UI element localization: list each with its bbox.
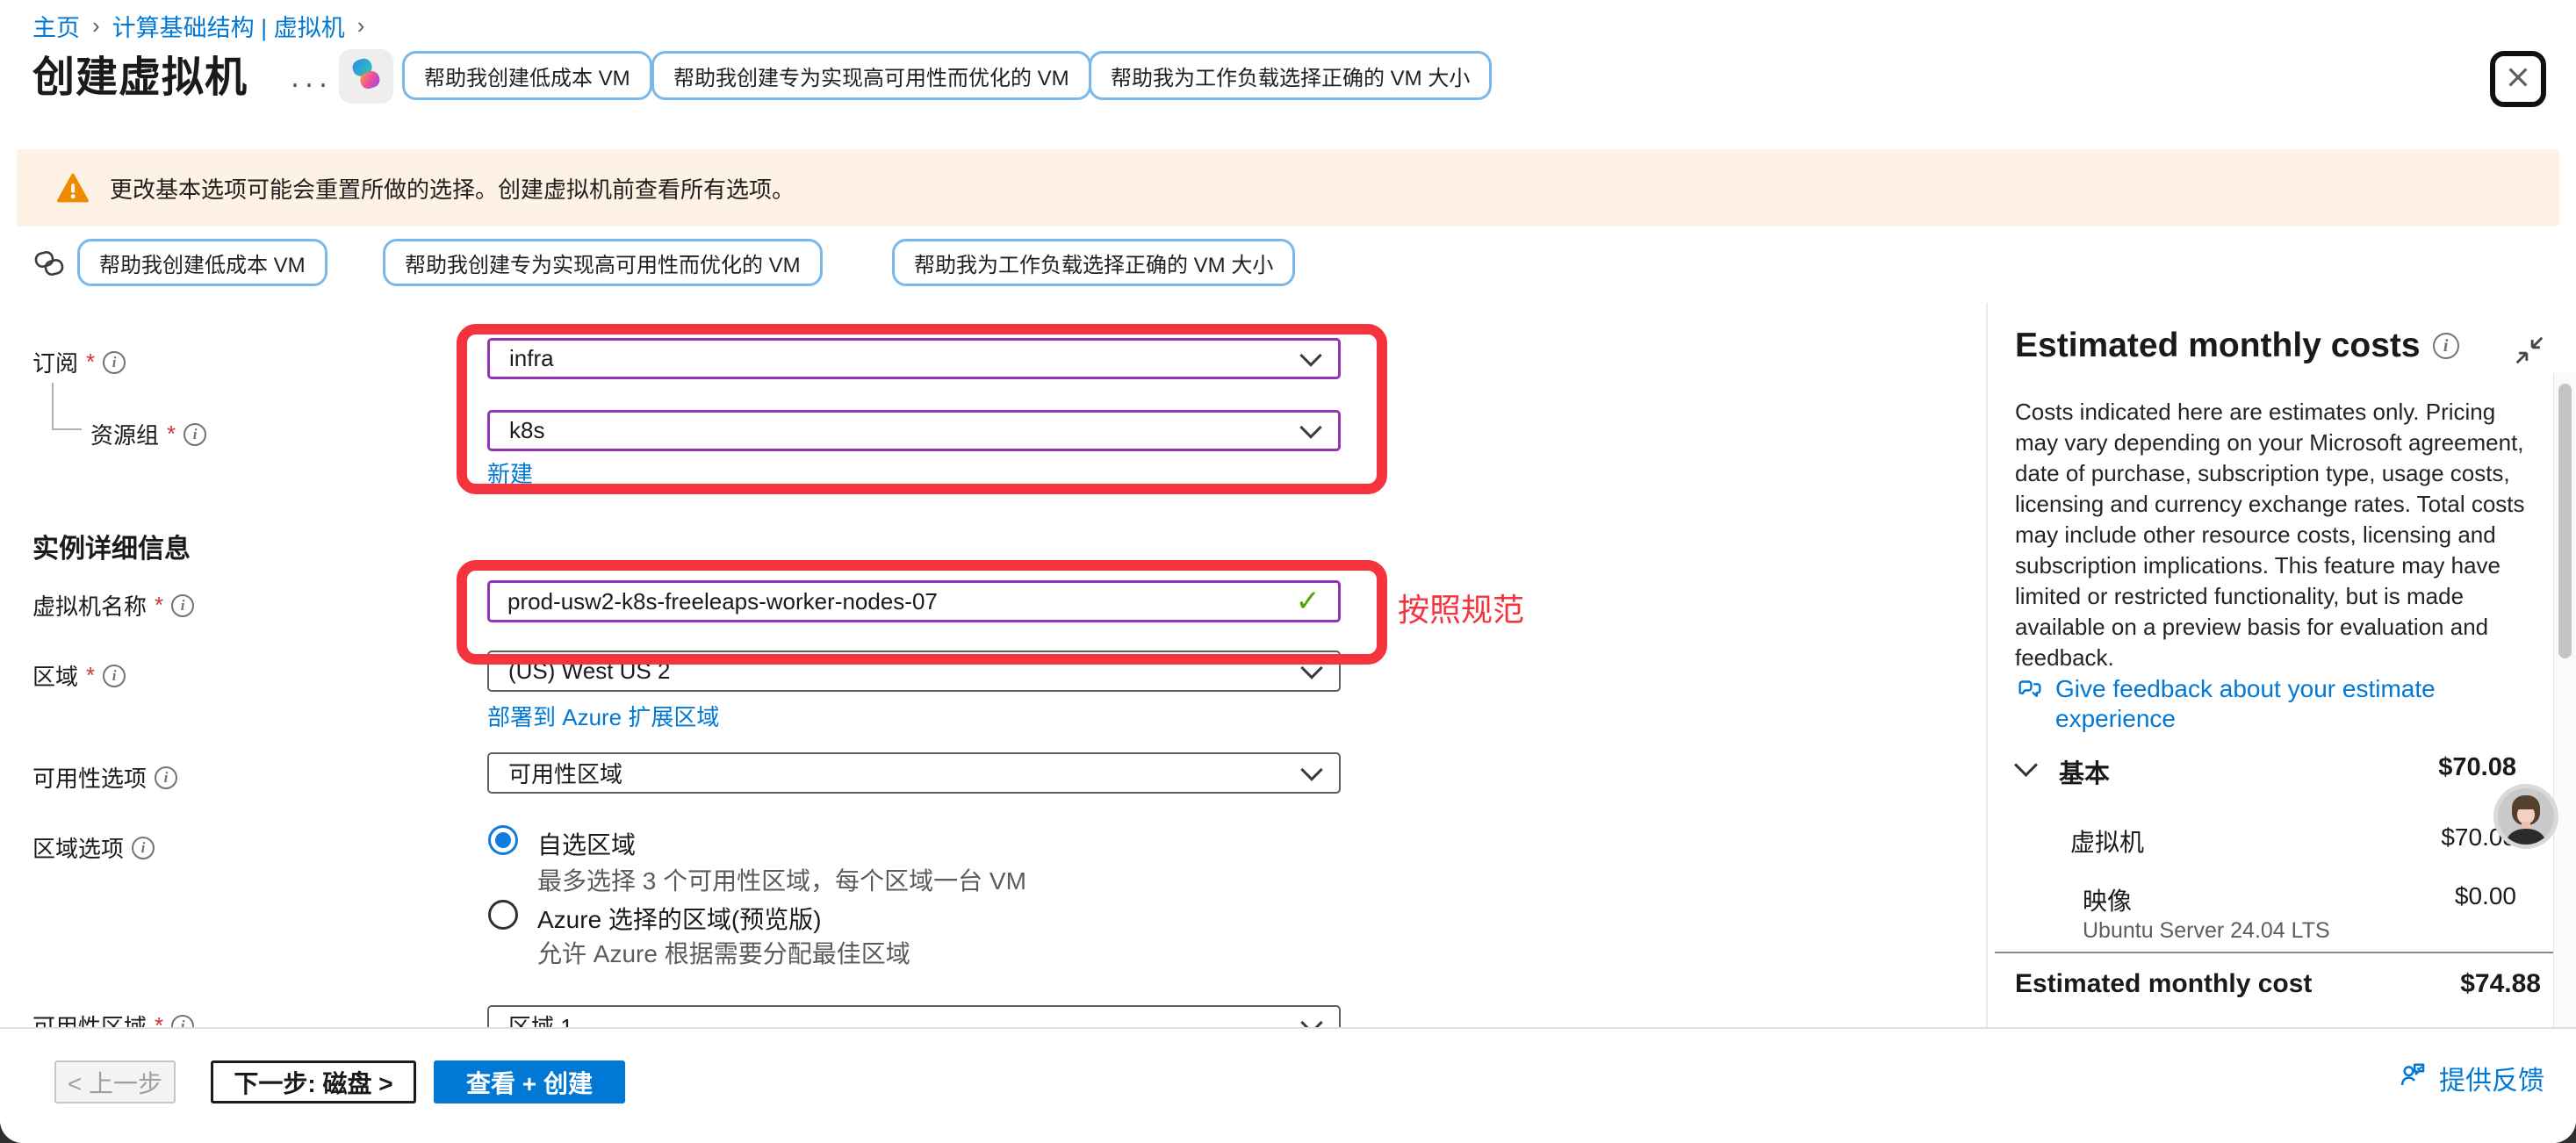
- expand-group-chevron-icon[interactable]: [2014, 753, 2038, 777]
- copilot-outline-icon: [32, 246, 67, 285]
- copilot-logo-icon: [347, 55, 385, 98]
- info-icon[interactable]: i: [132, 837, 155, 859]
- suggestion-right-vm-size-2[interactable]: 帮助我为工作负载选择正确的 VM 大小: [892, 239, 1295, 286]
- cost-item-vm-name: 虚拟机: [2070, 823, 2144, 859]
- previous-button[interactable]: < 上一步: [54, 1060, 176, 1103]
- suggestion-high-availability-vm[interactable]: 帮助我创建专为实现高可用性而优化的 VM: [651, 51, 1091, 100]
- cost-group-value: $70.08: [2438, 753, 2516, 782]
- vm-name-input[interactable]: prod-usw2-k8s-freeleaps-worker-nodes-07 …: [487, 580, 1341, 622]
- more-button[interactable]: ···: [290, 65, 332, 102]
- suggestion-high-availability-vm-2[interactable]: 帮助我创建专为实现高可用性而优化的 VM: [383, 239, 823, 286]
- availability-options-label: 可用性选项 i: [32, 761, 177, 794]
- cost-item-image-name: 映像: [2083, 882, 2132, 917]
- zone-options-label: 区域选项 i: [32, 831, 155, 864]
- next-disks-button[interactable]: 下一步: 磁盘 >: [211, 1060, 416, 1103]
- panel-divider: [1986, 303, 1988, 1027]
- warning-icon: [55, 172, 90, 204]
- create-new-resource-group-link[interactable]: 新建: [487, 456, 533, 489]
- info-icon[interactable]: i: [183, 423, 206, 446]
- create-vm-blade: 主页 › 计算基础结构 | 虚拟机 › 创建虚拟机 ··· 帮助我创建低成: [0, 0, 2576, 1143]
- valid-check-icon: ✓: [1296, 584, 1321, 619]
- chevron-down-icon: [1300, 657, 1322, 679]
- avatar-image: [2498, 788, 2554, 845]
- breadcrumb-vm-link[interactable]: 计算基础结构 | 虚拟机: [112, 9, 345, 43]
- tree-connector-horizontal: [52, 428, 82, 430]
- resource-group-dropdown[interactable]: k8s: [487, 410, 1341, 451]
- breadcrumb: 主页 › 计算基础结构 | 虚拟机 ›: [32, 9, 364, 43]
- cost-item-image-value: $0.00: [2455, 882, 2516, 910]
- vm-name-value: prod-usw2-k8s-freeleaps-worker-nodes-07: [507, 588, 938, 615]
- suggestion-low-cost-vm[interactable]: 帮助我创建低成本 VM: [402, 51, 652, 100]
- suggestion-low-cost-vm-2[interactable]: 帮助我创建低成本 VM: [77, 239, 327, 286]
- page-title: 创建虚拟机: [32, 42, 248, 104]
- annotation-text: 按照规范: [1398, 585, 1524, 630]
- scrollbar-thumb[interactable]: [2558, 384, 2572, 658]
- chevron-down-icon: [1300, 758, 1322, 780]
- give-feedback-link[interactable]: 提供反馈: [2397, 1059, 2544, 1097]
- radio-azure-selected-zone-label[interactable]: Azure 选择的区域(预览版): [537, 901, 822, 936]
- info-icon[interactable]: i: [103, 351, 126, 374]
- feedback-person-icon: [2397, 1059, 2428, 1097]
- info-icon[interactable]: i: [103, 665, 126, 687]
- subscription-value: infra: [509, 345, 554, 372]
- radio-azure-selected-zone-desc: 允许 Azure 根据需要分配最佳区域: [537, 935, 910, 970]
- info-icon[interactable]: i: [155, 766, 177, 789]
- subscription-label: 订阅* i: [32, 346, 126, 378]
- avatar[interactable]: [2493, 784, 2558, 849]
- footer-bar: < 上一步 下一步: 磁盘 > 查看 + 创建 提供反馈: [0, 1027, 2576, 1143]
- resource-group-label: 资源组* i: [90, 418, 206, 450]
- total-cost-label: Estimated monthly cost: [2015, 969, 2312, 999]
- warning-banner: 更改基本选项可能会重置所做的选择。创建虚拟机前查看所有选项。: [17, 149, 2559, 226]
- region-label: 区域* i: [32, 659, 126, 692]
- chevron-down-icon: [1299, 344, 1321, 366]
- tree-connector-vertical: [52, 383, 54, 429]
- breadcrumb-separator: ›: [357, 12, 365, 40]
- vm-name-label: 虚拟机名称* i: [32, 589, 194, 622]
- breadcrumb-separator: ›: [92, 12, 100, 40]
- cost-item-image-desc: Ubuntu Server 24.04 LTS: [2083, 918, 2330, 944]
- feedback-bubbles-icon: [2015, 674, 2045, 708]
- copilot-button[interactable]: [339, 49, 393, 104]
- subscription-dropdown[interactable]: infra: [487, 338, 1341, 379]
- radio-self-selected-zone-desc: 最多选择 3 个可用性区域，每个区域一台 VM: [537, 862, 1026, 897]
- warning-text: 更改基本选项可能会重置所做的选择。创建虚拟机前查看所有选项。: [110, 172, 795, 205]
- region-value: (US) West US 2: [508, 658, 670, 685]
- availability-options-value: 可用性区域: [508, 757, 622, 789]
- cost-group-name[interactable]: 基本: [2059, 753, 2110, 790]
- scrollbar-track[interactable]: [2553, 373, 2576, 1027]
- radio-azure-selected-zone[interactable]: [488, 900, 518, 930]
- deploy-extended-zone-link[interactable]: 部署到 Azure 扩展区域: [487, 700, 719, 732]
- close-icon: [2504, 63, 2532, 96]
- suggestion-right-vm-size[interactable]: 帮助我为工作负载选择正确的 VM 大小: [1089, 51, 1492, 100]
- instance-details-heading: 实例详细信息: [32, 527, 191, 565]
- region-dropdown[interactable]: (US) West US 2: [487, 651, 1341, 692]
- cost-panel-title: Estimated monthly costs i: [2015, 327, 2459, 365]
- collapse-panel-icon[interactable]: [2513, 334, 2546, 371]
- total-cost-value: $74.88: [2460, 969, 2541, 999]
- review-create-button[interactable]: 查看 + 创建: [434, 1060, 625, 1103]
- breadcrumb-home-link[interactable]: 主页: [32, 9, 80, 43]
- close-button[interactable]: [2490, 51, 2546, 107]
- radio-self-selected-zone-label[interactable]: 自选区域: [537, 826, 636, 861]
- chevron-down-icon: [1299, 416, 1321, 438]
- info-icon[interactable]: i: [2433, 333, 2459, 359]
- info-icon[interactable]: i: [171, 594, 194, 617]
- resource-group-value: k8s: [509, 417, 544, 444]
- cost-panel-divider: [1995, 952, 2555, 953]
- availability-options-dropdown[interactable]: 可用性区域: [487, 752, 1341, 794]
- cost-panel-description: Costs indicated here are estimates only.…: [2015, 397, 2535, 673]
- radio-self-selected-zone[interactable]: [488, 825, 518, 855]
- estimate-feedback-link[interactable]: Give feedback about your estimate experi…: [2015, 674, 2468, 734]
